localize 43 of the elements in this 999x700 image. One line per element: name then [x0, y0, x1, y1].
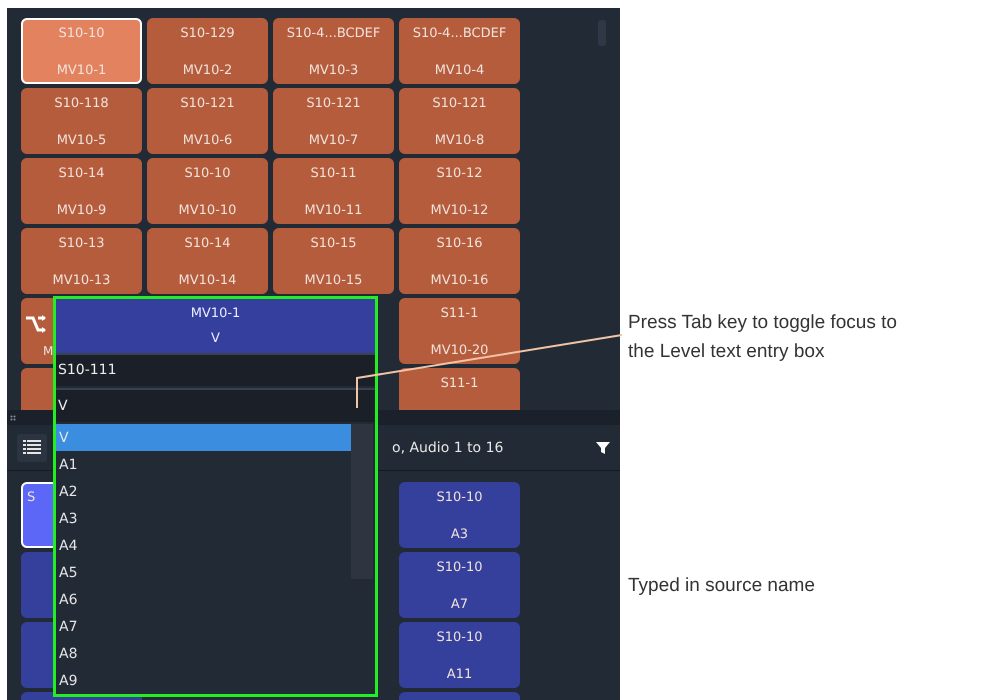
level-option[interactable]: A8	[56, 640, 375, 667]
route-tile[interactable]: S10-10 A11	[399, 622, 520, 688]
level-input-field[interactable]: V	[56, 388, 375, 422]
route-tile[interactable]: S11-1 MV10-20	[399, 298, 520, 364]
level-option[interactable]: A4	[56, 532, 375, 559]
route-tile[interactable]: S10-16 MV10-16	[399, 228, 520, 294]
destination-header: MV10-1 V	[56, 299, 375, 353]
route-tile[interactable]: S11-1	[399, 368, 520, 410]
level-option[interactable]: A7	[56, 613, 375, 640]
level-option[interactable]: V	[56, 424, 351, 451]
level-option[interactable]: A2	[56, 478, 375, 505]
route-tile[interactable]: S10-14 MV10-9	[21, 158, 142, 224]
filter-icon[interactable]	[596, 440, 610, 454]
list-view-button[interactable]	[17, 434, 47, 462]
callout-text: Press Tab key to toggle focus to the Level text entry box	[628, 311, 898, 364]
route-tile[interactable]: S10-121 MV10-6	[147, 88, 268, 154]
route-tile[interactable]: S10-10 MV10-10	[147, 158, 268, 224]
level-option[interactable]: A6	[56, 586, 375, 613]
grip-icon	[10, 414, 16, 420]
route-tile[interactable]: S10-11 MV10-11	[273, 158, 394, 224]
route-tile[interactable]: S10-13 MV10-13	[21, 228, 142, 294]
scrollbar-track[interactable]	[351, 424, 373, 579]
route-switch-icon	[25, 314, 47, 334]
level-set-title: o, Audio 1 to 16	[392, 440, 504, 456]
route-tile[interactable]: S10-14 MV10-14	[147, 228, 268, 294]
route-tile[interactable]: S10-10 A3	[399, 482, 520, 548]
route-tile[interactable]: S10-121 MV10-8	[399, 88, 520, 154]
route-tile[interactable]: S10-129 MV10-2	[147, 18, 268, 84]
route-tile[interactable]: S10-10 MV10-1	[21, 18, 142, 84]
route-tile[interactable]: S10-10 A7	[399, 552, 520, 618]
route-tile[interactable]: S10-12 MV10-12	[399, 158, 520, 224]
route-tile[interactable]: S10-118 MV10-5	[21, 88, 142, 154]
route-tile[interactable]: S10-4...BCDEF MV10-3	[273, 18, 394, 84]
source-input-field[interactable]: S10-111	[56, 352, 375, 386]
route-tile[interactable]: S10-121 MV10-7	[273, 88, 394, 154]
route-tile[interactable]: S10-15 MV10-15	[273, 228, 394, 294]
level-option[interactable]: A1	[56, 451, 375, 478]
callout-text: Typed in source name	[628, 574, 816, 598]
level-option[interactable]: A5	[56, 559, 375, 586]
level-option[interactable]: A9	[56, 667, 375, 694]
route-tile[interactable]: S10-4...BCDEF MV10-4	[399, 18, 520, 84]
list-icon	[23, 438, 41, 456]
level-option[interactable]: A3	[56, 505, 375, 532]
